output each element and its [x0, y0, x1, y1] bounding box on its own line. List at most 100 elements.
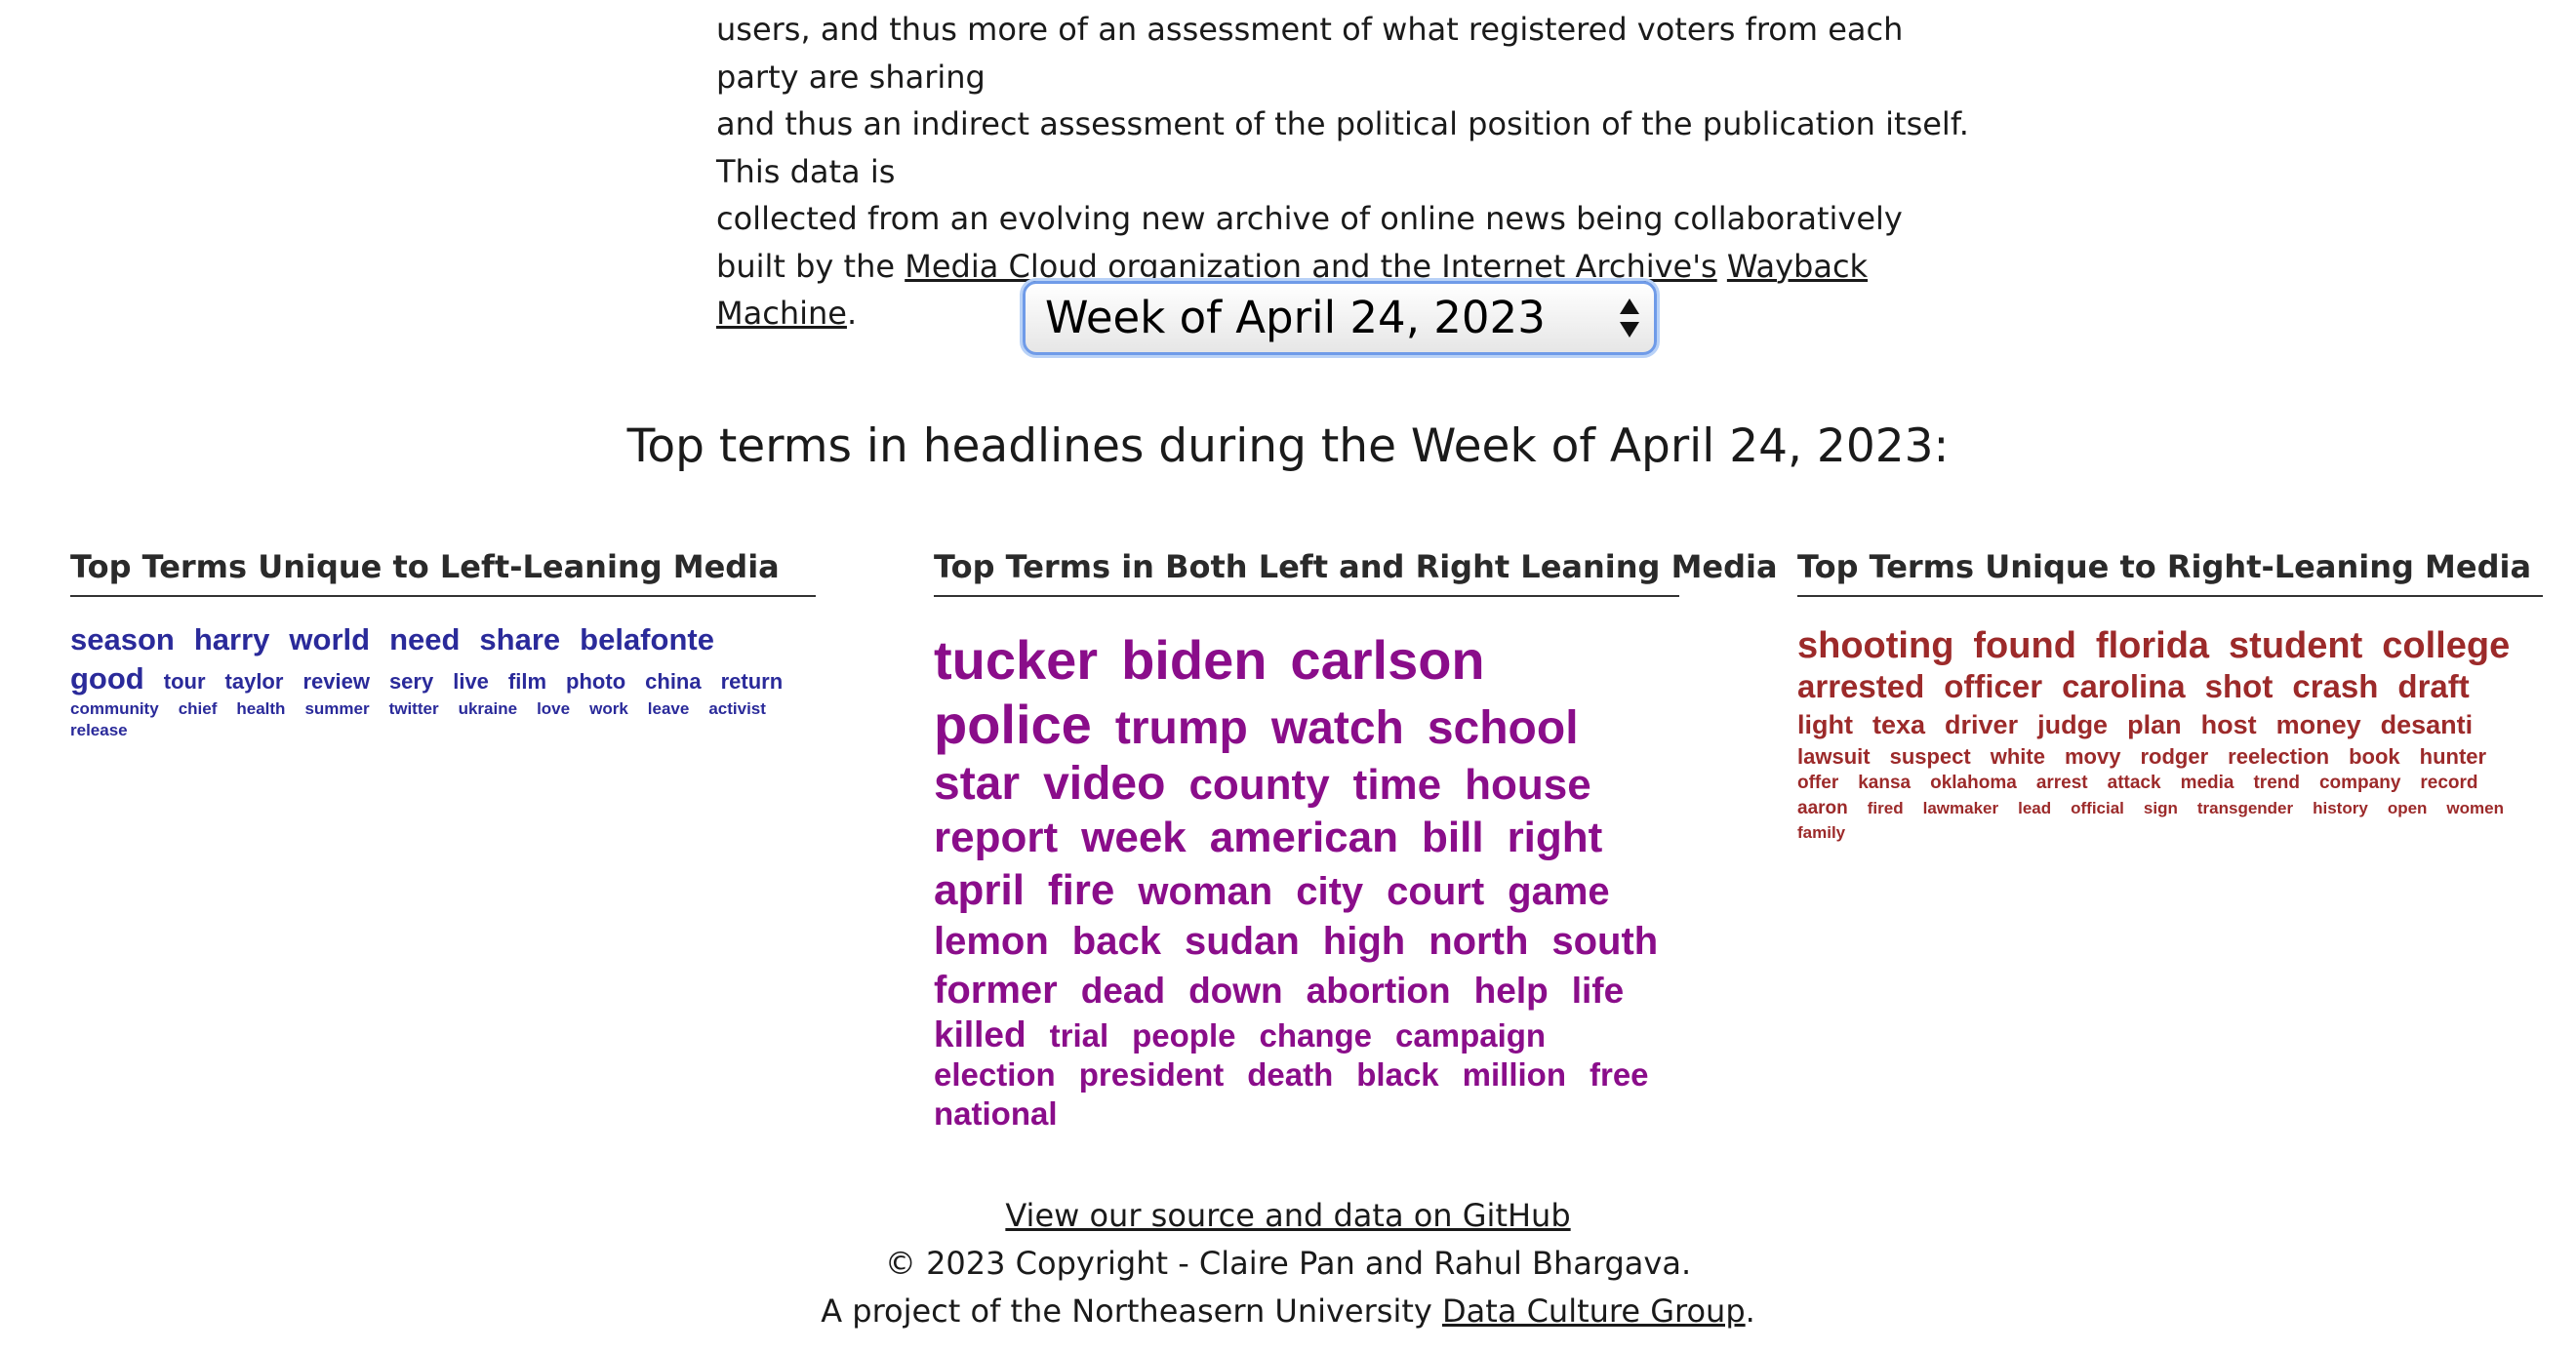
week-select[interactable]: Week of April 24, 2023 — [1023, 281, 1657, 355]
term-crash: crash — [2292, 668, 2379, 704]
right-column-title: Top Terms Unique to Right-Leaning Media — [1797, 548, 2543, 597]
term-student: student — [2229, 625, 2363, 666]
data-culture-group-link[interactable]: Data Culture Group — [1442, 1292, 1746, 1330]
term-live: live — [453, 669, 489, 694]
term-book: book — [2349, 744, 2400, 769]
term-lawsuit: lawsuit — [1797, 744, 1871, 769]
term-black: black — [1356, 1056, 1439, 1093]
both-column-title: Top Terms in Both Left and Right Leaning… — [934, 548, 1778, 597]
term-health: health — [236, 699, 286, 718]
term-film: film — [507, 669, 547, 694]
term-plan: plan — [2127, 710, 2182, 739]
term-arrested: arrested — [1797, 668, 1925, 704]
term-judge: judge — [2037, 710, 2109, 739]
term-trial: trial — [1049, 1017, 1109, 1054]
term-election: election — [934, 1056, 1056, 1093]
term-taylor: taylor — [224, 669, 284, 694]
right-term-cloud: shooting found florida student college arrest… — [1797, 624, 2551, 844]
term-belafonte: belafonte — [580, 622, 714, 656]
term-oklahoma: oklahoma — [1930, 773, 2017, 793]
github-link[interactable]: View our source and data on GitHub — [1005, 1197, 1570, 1234]
left-column-title: Top Terms Unique to Left-Leaning Media — [70, 548, 816, 597]
term-women: women — [2446, 799, 2504, 817]
term-money: money — [2275, 710, 2361, 739]
term-sign: sign — [2143, 799, 2178, 817]
term-work: work — [589, 699, 628, 718]
term-killed: killed — [934, 1014, 1026, 1054]
select-arrows-icon — [1620, 298, 1639, 338]
term-high: high — [1322, 920, 1406, 963]
term-lead: lead — [2018, 799, 2052, 817]
term-season: season — [70, 622, 175, 656]
page-headline: Top terms in headlines during the Week o… — [626, 419, 1950, 473]
term-police: police — [934, 694, 1092, 755]
term-arrest: arrest — [2035, 773, 2088, 793]
term-help: help — [1473, 971, 1549, 1011]
term-tucker: tucker — [934, 629, 1099, 691]
term-host: host — [2200, 710, 2257, 739]
term-april: april — [934, 866, 1025, 914]
term-county: county — [1188, 761, 1330, 809]
week-select-value[interactable]: Week of April 24, 2023 — [1023, 281, 1657, 355]
term-change: change — [1259, 1017, 1373, 1054]
term-life: life — [1571, 971, 1625, 1011]
term-president: president — [1078, 1056, 1225, 1093]
term-death: death — [1247, 1056, 1334, 1093]
term-shot: shot — [2204, 668, 2274, 704]
term-light: light — [1797, 710, 1853, 739]
term-free: free — [1590, 1056, 1649, 1093]
term-kansa: kansa — [1858, 773, 1912, 793]
term-aaron: aaron — [1797, 798, 1848, 818]
term-summer: summer — [304, 699, 370, 718]
term-dead: dead — [1080, 971, 1166, 1011]
term-rodger: rodger — [2140, 744, 2209, 769]
internet-archive-link[interactable]: Internet Archive's — [1441, 248, 1716, 285]
term-trend: trend — [2253, 773, 2300, 793]
term-former: former — [934, 969, 1058, 1012]
media-cloud-link[interactable]: Media Cloud — [905, 248, 1098, 285]
term-history: history — [2313, 799, 2368, 817]
project-text: A project of the Northeasern University — [821, 1292, 1442, 1330]
term-white: white — [1990, 744, 2045, 769]
term-community: community — [70, 699, 159, 718]
term-carlson: carlson — [1290, 629, 1485, 691]
term-chief: chief — [178, 699, 218, 718]
term-video: video — [1043, 758, 1166, 810]
term-house: house — [1465, 761, 1591, 809]
term-china: china — [645, 669, 702, 694]
term-love: love — [537, 699, 571, 718]
term-driver: driver — [1945, 710, 2019, 739]
term-people: people — [1132, 1017, 1236, 1054]
term-official: official — [2071, 799, 2124, 817]
term-offer: offer — [1797, 773, 1839, 793]
term-north: north — [1429, 920, 1529, 963]
both-term-cloud: tucker biden carlson police trump watch school… — [934, 628, 1687, 1133]
term-twitter: twitter — [388, 699, 439, 718]
intro-line-2: and thus an indirect assessment of the p… — [716, 105, 1969, 190]
term-court: court — [1387, 870, 1485, 913]
term-suspect: suspect — [1889, 744, 1971, 769]
term-sudan: sudan — [1184, 920, 1300, 963]
term-photo: photo — [566, 669, 626, 694]
term-harry: harry — [193, 622, 270, 656]
term-time: time — [1352, 761, 1442, 809]
term-world: world — [289, 622, 371, 656]
term-watch: watch — [1270, 702, 1404, 754]
term-south: south — [1551, 920, 1659, 963]
term-activist: activist — [708, 699, 766, 718]
term-transgender: transgender — [2196, 799, 2294, 817]
term-campaign: campaign — [1395, 1017, 1547, 1054]
intro-text: organization and the — [1097, 247, 1442, 285]
term-school: school — [1427, 702, 1579, 754]
term-need: need — [389, 622, 461, 656]
term-texa: texa — [1872, 710, 1926, 739]
term-right: right — [1507, 814, 1603, 861]
term-bill: bill — [1422, 814, 1484, 861]
term-found: found — [1973, 625, 2076, 666]
term-carolina: carolina — [2062, 668, 2186, 704]
term-week: week — [1081, 814, 1187, 861]
term-sery: sery — [388, 669, 434, 694]
copyright-text: © 2023 Copyright - Claire Pan and Rahul … — [884, 1245, 1692, 1282]
term-lemon: lemon — [934, 920, 1049, 963]
term-hunter: hunter — [2419, 744, 2487, 769]
